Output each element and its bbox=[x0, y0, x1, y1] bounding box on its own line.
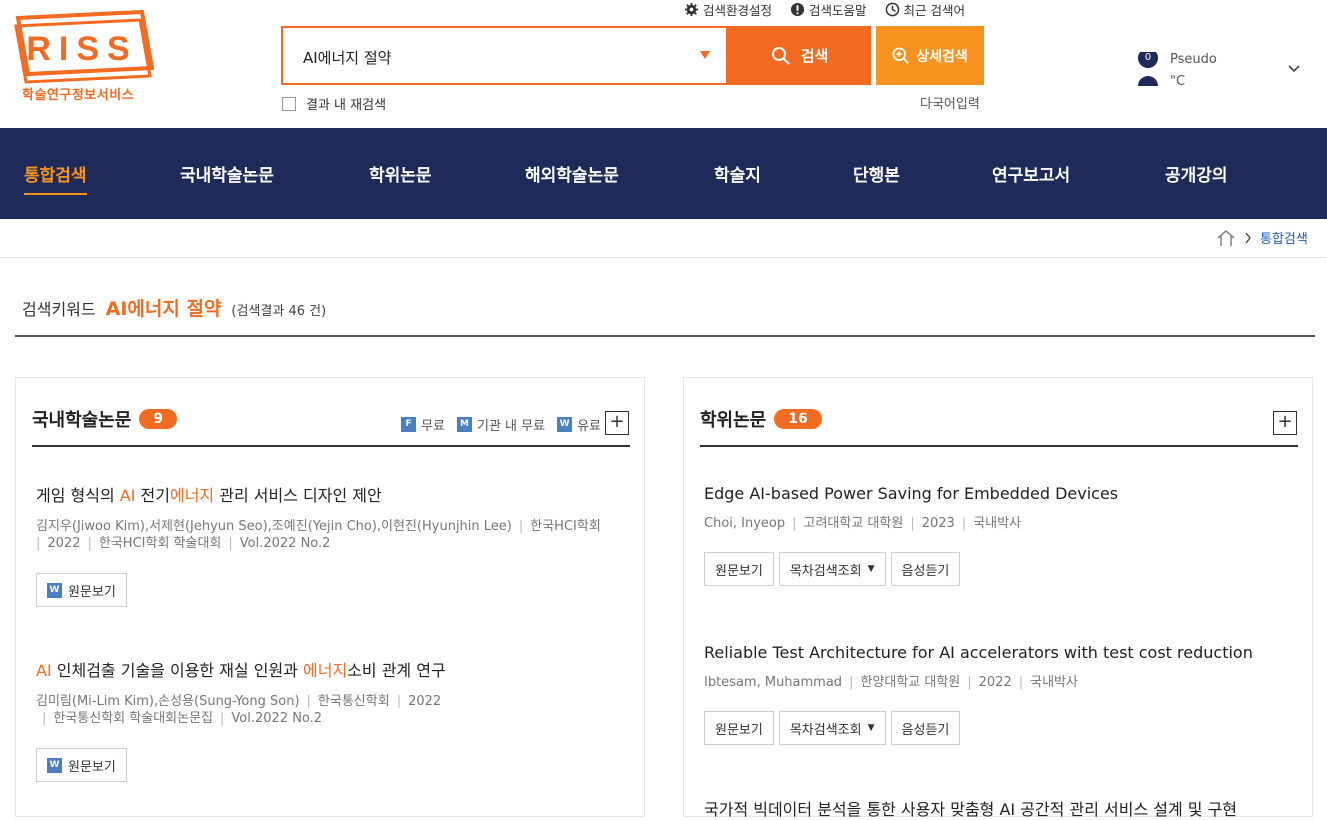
chevron-down-icon[interactable] bbox=[1287, 64, 1301, 74]
search-icon bbox=[771, 46, 790, 65]
legend-paid: W 유료 bbox=[557, 415, 601, 434]
count-badge: 16 bbox=[774, 409, 822, 429]
user-avatar-icon bbox=[1138, 76, 1158, 86]
thesis-panel: 학위논문 16 + Edge AI-based Power Saving for… bbox=[683, 377, 1313, 820]
result-meta: Choi, Inyeop | 고려대학교 대학원 | 2023 | 국내박사 bbox=[704, 516, 1022, 531]
home-icon[interactable] bbox=[1216, 229, 1236, 247]
top-link-label: 검색도움말 bbox=[809, 2, 867, 18]
access-legend: F 무료 M 기관 내 무료 W 유료 bbox=[395, 415, 601, 434]
logo-text: RISS bbox=[26, 30, 137, 68]
detail-search-label: 상세검색 bbox=[916, 48, 968, 65]
nav-item-overseas-papers[interactable]: 해외학술논문 bbox=[525, 161, 619, 186]
main-nav: 통합검색 국내학술논문 학위논문 해외학술논문 학술지 단행본 연구보고서 공개… bbox=[0, 128, 1327, 219]
breadcrumb-current[interactable]: 통합검색 bbox=[1260, 228, 1308, 247]
research-label: 결과 내 재검색 bbox=[306, 98, 387, 113]
panel-title-text: 학위논문 bbox=[700, 410, 767, 431]
checkbox-box[interactable] bbox=[282, 96, 296, 111]
toc-search-dropdown[interactable]: 목차검색조회 ▼ bbox=[778, 552, 886, 586]
panel-title: 국내학술논문 9 bbox=[32, 406, 178, 432]
user-menu[interactable]: 0 Pseudo "C bbox=[1138, 52, 1308, 86]
info-icon bbox=[790, 2, 805, 16]
keyword-term: AI에너지 절약 bbox=[105, 298, 222, 320]
caret-down-icon: ▼ bbox=[867, 723, 875, 733]
panel-title-text: 국내학술논문 bbox=[32, 410, 132, 431]
legend-free: F 무료 bbox=[401, 415, 445, 434]
panel-title: 학위논문 16 bbox=[700, 406, 822, 432]
domestic-papers-panel: 국내학술논문 9 F 무료 M 기관 내 무료 W 유료 + 게임 형식의 AI 전기… bbox=[15, 377, 645, 817]
result-meta: 김미림(Mi-Lim Kim),손성용(Sung-Yong Son) | 한국통신학… bbox=[36, 694, 442, 726]
header: RISS 학술연구정보서비스 검색환경설정 검색도움말 최근 검색어 AI에너지… bbox=[0, 0, 1327, 128]
divider bbox=[0, 257, 1327, 258]
search-input[interactable]: AI에너지 절약 bbox=[281, 26, 728, 85]
gear-icon bbox=[684, 2, 699, 16]
search-input-value: AI에너지 절약 bbox=[303, 49, 392, 67]
expand-plus-button[interactable]: + bbox=[605, 411, 629, 435]
view-original-button[interactable]: W 원문보기 bbox=[36, 573, 127, 607]
user-name: Pseudo bbox=[1170, 52, 1217, 67]
research-checkbox[interactable]: 결과 내 재검색 bbox=[282, 94, 386, 113]
user-badge: 0 bbox=[1138, 52, 1158, 68]
nav-item-thesis[interactable]: 학위논문 bbox=[369, 161, 432, 186]
legend-institution-free: M 기관 내 무료 bbox=[457, 415, 545, 434]
nav-item-reports[interactable]: 연구보고서 bbox=[992, 161, 1070, 186]
list-item: Edge AI-based Power Saving for Embedded … bbox=[704, 484, 1294, 586]
divider bbox=[700, 445, 1298, 447]
result-title[interactable]: 국가적 빅데이터 분석을 통한 사용자 맞춤형 AI 공간적 관리 서비스 설계… bbox=[704, 796, 1294, 820]
divider bbox=[32, 445, 630, 447]
list-item: AI 인체검출 기술을 이용한 재실 인원과 에너지소비 관계 연구 김미림(M… bbox=[36, 657, 626, 782]
result-title[interactable]: Reliable Test Architecture for AI accele… bbox=[704, 643, 1294, 662]
top-link-label: 검색환경설정 bbox=[703, 2, 773, 18]
dropdown-arrow-icon[interactable] bbox=[700, 51, 710, 59]
recent-search-link[interactable]: 최근 검색어 bbox=[885, 0, 965, 18]
zoom-plus-icon bbox=[892, 46, 910, 64]
top-links: 검색환경설정 검색도움말 최근 검색어 bbox=[684, 0, 965, 18]
top-link-label: 최근 검색어 bbox=[903, 2, 966, 18]
nav-item-lectures[interactable]: 공개강의 bbox=[1165, 161, 1228, 186]
search-keyword-summary: 검색키워드 AI에너지 절약 (검색결과 46 건) bbox=[22, 294, 326, 321]
result-title[interactable]: Edge AI-based Power Saving for Embedded … bbox=[704, 484, 1294, 503]
paid-icon: W bbox=[47, 757, 62, 773]
expand-plus-button[interactable]: + bbox=[1273, 411, 1297, 435]
result-title[interactable]: AI 인체검출 기술을 이용한 재실 인원과 에너지소비 관계 연구 bbox=[36, 657, 626, 681]
toc-search-dropdown[interactable]: 목차검색조회 ▼ bbox=[778, 711, 886, 745]
result-title[interactable]: 게임 형식의 AI 전기에너지 관리 서비스 디자인 제안 bbox=[36, 482, 626, 506]
nav-item-domestic-papers[interactable]: 국내학술논문 bbox=[180, 161, 274, 186]
institution-icon: M bbox=[457, 417, 472, 432]
view-original-button[interactable]: W 원문보기 bbox=[36, 748, 127, 782]
count-badge: 9 bbox=[139, 409, 178, 429]
result-meta: 김지우(Jiwoo Kim),서제현(Jehyun Seo),조예진(Yejin… bbox=[36, 519, 601, 551]
keyword-label: 검색키워드 bbox=[22, 300, 96, 319]
result-count: (검색결과 46 건) bbox=[231, 304, 327, 319]
nav-item-integrated[interactable]: 통합검색 bbox=[24, 161, 87, 195]
detail-search-button[interactable]: 상세검색 bbox=[876, 26, 984, 85]
clock-icon bbox=[885, 2, 899, 16]
caret-down-icon: ▼ bbox=[867, 564, 875, 574]
search-button-label: 검색 bbox=[800, 47, 829, 65]
breadcrumb: 통합검색 bbox=[1216, 228, 1308, 247]
listen-audio-button[interactable]: 음성듣기 bbox=[890, 711, 961, 745]
paid-icon: W bbox=[557, 417, 573, 432]
search-button[interactable]: 검색 bbox=[728, 26, 871, 85]
search-help-link[interactable]: 검색도움말 bbox=[790, 0, 867, 18]
list-item: 국가적 빅데이터 분석을 통한 사용자 맞춤형 AI 공간적 관리 서비스 설계… bbox=[704, 796, 1294, 820]
result-meta: Ibtesam, Muhammad | 한양대학교 대학원 | 2022 | 국내박사 bbox=[704, 675, 1078, 690]
logo-subtitle: 학술연구정보서비스 bbox=[22, 88, 135, 103]
chevron-right-icon bbox=[1245, 232, 1251, 243]
search-settings-link[interactable]: 검색환경설정 bbox=[684, 0, 772, 18]
view-original-button[interactable]: 원문보기 bbox=[704, 711, 774, 745]
view-original-button[interactable]: 원문보기 bbox=[704, 552, 774, 586]
nav-item-journals[interactable]: 학술지 bbox=[714, 161, 761, 186]
multilang-input-link[interactable]: 다국어입력 bbox=[920, 93, 980, 112]
list-item: Reliable Test Architecture for AI accele… bbox=[704, 643, 1294, 745]
listen-audio-button[interactable]: 음성듣기 bbox=[890, 552, 961, 586]
paid-icon: W bbox=[47, 582, 62, 598]
user-org: "C bbox=[1170, 74, 1186, 86]
divider bbox=[15, 335, 1315, 337]
free-icon: F bbox=[401, 417, 417, 432]
nav-item-books[interactable]: 단행본 bbox=[853, 161, 900, 186]
list-item: 게임 형식의 AI 전기에너지 관리 서비스 디자인 제안 김지우(Jiwoo … bbox=[36, 482, 626, 607]
